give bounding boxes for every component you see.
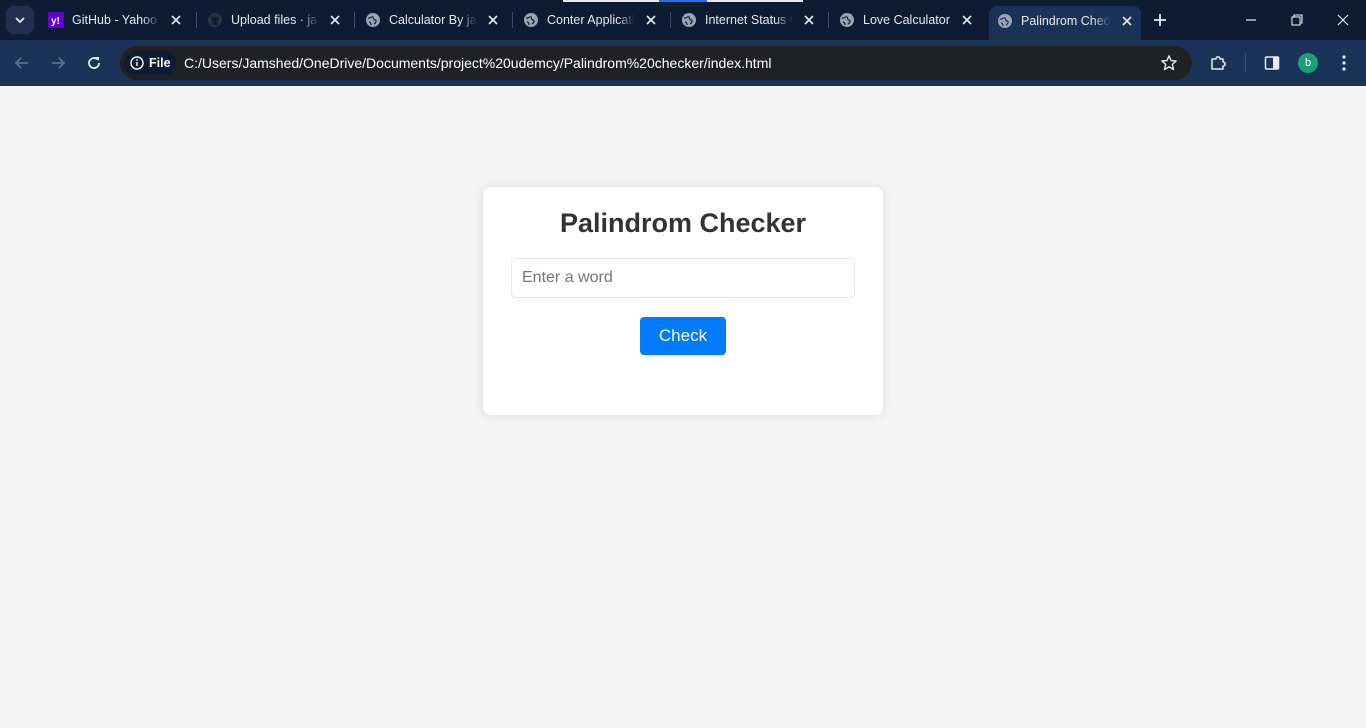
tab-loading-indicator	[563, 0, 659, 2]
url-text[interactable]: C:/Users/Jamshed/OneDrive/Documents/proj…	[184, 55, 771, 71]
close-icon[interactable]	[168, 12, 184, 28]
tab-title: Conter Application	[547, 13, 635, 27]
tab-strip: y! GitHub - Yahoo Search Upload files · …	[0, 0, 1366, 40]
kebab-menu-icon	[1342, 55, 1346, 71]
new-tab-button[interactable]	[1150, 10, 1170, 30]
arrow-left-icon	[14, 57, 28, 69]
bookmark-star-icon[interactable]	[1160, 54, 1178, 72]
back-button[interactable]	[10, 51, 34, 75]
yahoo-icon: y!	[48, 12, 64, 28]
browser-tab[interactable]: Upload files · jamshed	[199, 4, 349, 36]
browser-tab-active[interactable]: Palindrom Checker	[989, 6, 1141, 40]
browser-tab[interactable]: Internet Status Checker	[673, 4, 823, 36]
forward-button[interactable]	[46, 51, 70, 75]
menu-button[interactable]	[1332, 51, 1356, 75]
browser-tab[interactable]: y! GitHub - Yahoo Search	[40, 4, 190, 36]
browser-tab[interactable]: Love Calculator	[831, 4, 981, 36]
arrow-right-icon	[52, 57, 66, 69]
profile-avatar[interactable]: b	[1298, 53, 1318, 73]
close-icon[interactable]	[801, 12, 817, 28]
plus-icon	[1154, 14, 1166, 26]
tab-separator	[670, 12, 671, 28]
tab-loading-indicator	[707, 0, 803, 2]
close-icon[interactable]	[643, 12, 659, 28]
globe-icon	[997, 13, 1013, 29]
restore-button[interactable]	[1274, 0, 1320, 40]
tab-separator	[354, 12, 355, 28]
word-input[interactable]	[511, 258, 855, 298]
globe-icon	[365, 12, 381, 28]
puzzle-icon	[1211, 56, 1226, 70]
side-panel-button[interactable]	[1260, 51, 1284, 75]
browser-tab[interactable]: Calculator By jamshed	[357, 4, 507, 36]
github-icon	[207, 12, 223, 28]
tab-title: Internet Status Checker	[705, 13, 793, 27]
tab-title: Upload files · jamshed	[231, 13, 319, 27]
tab-search-button[interactable]	[6, 6, 34, 34]
tab-title: Palindrom Checker	[1021, 14, 1111, 28]
chevron-down-icon	[15, 17, 25, 24]
restore-icon	[1291, 14, 1303, 26]
site-info-chip[interactable]: File	[124, 51, 176, 75]
browser-toolbar: File C:/Users/Jamshed/OneDrive/Documents…	[0, 40, 1366, 86]
palindrome-card: Palindrom Checker Check	[483, 187, 883, 415]
page-title: Palindrom Checker	[559, 208, 807, 238]
chip-label: File	[149, 56, 171, 70]
tab-separator	[196, 12, 197, 28]
close-icon[interactable]	[959, 12, 975, 28]
globe-icon	[681, 12, 697, 28]
close-icon[interactable]	[485, 12, 501, 28]
svg-text:y!: y!	[51, 16, 60, 27]
extensions-button[interactable]	[1206, 51, 1230, 75]
check-button[interactable]: Check	[640, 317, 726, 355]
tab-title: GitHub - Yahoo Search	[72, 13, 160, 27]
reload-button[interactable]	[82, 51, 106, 75]
tab-loading-indicator	[659, 0, 707, 2]
globe-icon	[839, 12, 855, 28]
tab-title: Calculator By jamshed	[389, 13, 477, 27]
window-close-button[interactable]	[1320, 0, 1366, 40]
tab-title: Love Calculator	[863, 13, 950, 27]
close-icon	[1337, 14, 1349, 26]
browser-tab[interactable]: Conter Application	[515, 4, 665, 36]
minimize-icon	[1246, 19, 1256, 21]
minimize-button[interactable]	[1228, 0, 1274, 40]
side-panel-icon	[1264, 56, 1280, 70]
address-bar[interactable]: File C:/Users/Jamshed/OneDrive/Documents…	[120, 46, 1192, 80]
toolbar-divider	[1245, 53, 1246, 73]
tab-separator	[512, 12, 513, 28]
close-icon[interactable]	[327, 12, 343, 28]
tab-separator	[828, 12, 829, 28]
info-icon	[130, 56, 144, 70]
globe-icon	[523, 12, 539, 28]
reload-icon	[88, 57, 100, 69]
close-icon[interactable]	[1119, 13, 1135, 29]
